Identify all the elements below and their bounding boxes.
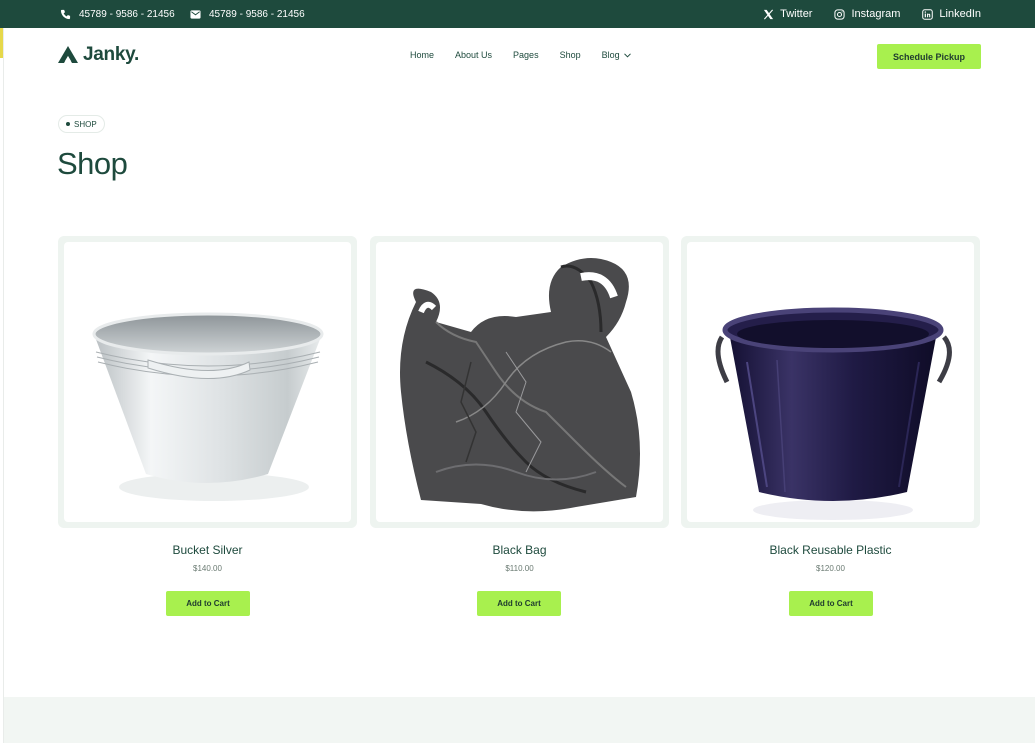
add-to-cart-button[interactable]: Add to Cart: [789, 591, 873, 616]
add-to-cart-button[interactable]: Add to Cart: [166, 591, 250, 616]
social-twitter[interactable]: Twitter: [763, 8, 812, 20]
x-icon: [763, 9, 774, 19]
product-price: $140.00: [193, 564, 222, 573]
product-name[interactable]: Black Reusable Plastic: [681, 543, 980, 557]
footer-band: [4, 697, 1035, 743]
phone-contact[interactable]: 45789 - 9586 - 21456: [60, 0, 175, 28]
product-name[interactable]: Black Bag: [370, 543, 669, 557]
instagram-icon: [834, 8, 846, 20]
nav-about-us[interactable]: About Us: [455, 50, 492, 60]
plastic-bucket-image: [715, 307, 952, 520]
top-bar: 45789 - 9586 - 21456 45789 - 9586 - 2145…: [0, 0, 1035, 28]
nav-pages[interactable]: Pages: [513, 50, 539, 60]
social-label: LinkedIn: [939, 8, 981, 20]
schedule-pickup-button[interactable]: Schedule Pickup: [877, 44, 981, 69]
product-card[interactable]: [58, 236, 357, 528]
linkedin-icon: [922, 8, 934, 20]
nav-label: Pages: [513, 50, 539, 60]
site-header: Janky. Home About Us Pages Shop Blog Sch…: [0, 28, 1035, 86]
black-bag-image: [400, 258, 640, 512]
email-text: 45789 - 9586 - 21456: [209, 8, 305, 20]
product-image: [64, 242, 351, 522]
breadcrumb-label: SHOP: [74, 119, 97, 129]
phone-number: 45789 - 9586 - 21456: [79, 8, 175, 20]
nav-shop[interactable]: Shop: [560, 50, 581, 60]
nav-label: Shop: [559, 50, 581, 60]
social-links: Twitter Instagram LinkedIn: [763, 0, 981, 28]
main-nav: Home About Us Pages Shop Blog: [410, 50, 631, 60]
logo-leaf-icon: [58, 46, 78, 63]
page-border: [3, 28, 4, 743]
product-name[interactable]: Bucket Silver: [58, 543, 357, 557]
breadcrumb: SHOP: [58, 115, 105, 133]
nav-label: Home: [410, 50, 435, 60]
product-card[interactable]: [681, 236, 980, 528]
nav-label: Blog: [601, 50, 620, 60]
product-image: [376, 242, 663, 522]
product-price: $120.00: [816, 564, 845, 573]
nav-blog[interactable]: Blog: [602, 50, 631, 60]
add-to-cart-button[interactable]: Add to Cart: [477, 591, 561, 616]
product-price: $110.00: [505, 564, 534, 573]
brand-name: Janky.: [83, 44, 139, 65]
page-title: Shop: [57, 146, 128, 181]
silver-bucket-image: [92, 312, 324, 501]
product-card[interactable]: [370, 236, 669, 528]
brand-logo[interactable]: Janky.: [58, 44, 139, 66]
email-contact[interactable]: 45789 - 9586 - 21456: [190, 0, 305, 28]
nav-home[interactable]: Home: [410, 50, 434, 60]
chevron-down-icon: [623, 52, 631, 58]
phone-icon: [60, 9, 71, 19]
social-label: Twitter: [780, 8, 813, 20]
social-linkedin[interactable]: LinkedIn: [922, 8, 981, 20]
mail-icon: [190, 9, 201, 19]
social-label: Instagram: [851, 8, 901, 20]
social-instagram[interactable]: Instagram: [834, 8, 900, 20]
product-image: [687, 242, 974, 522]
nav-label: About Us: [455, 50, 493, 60]
breadcrumb-dot: [66, 122, 70, 126]
